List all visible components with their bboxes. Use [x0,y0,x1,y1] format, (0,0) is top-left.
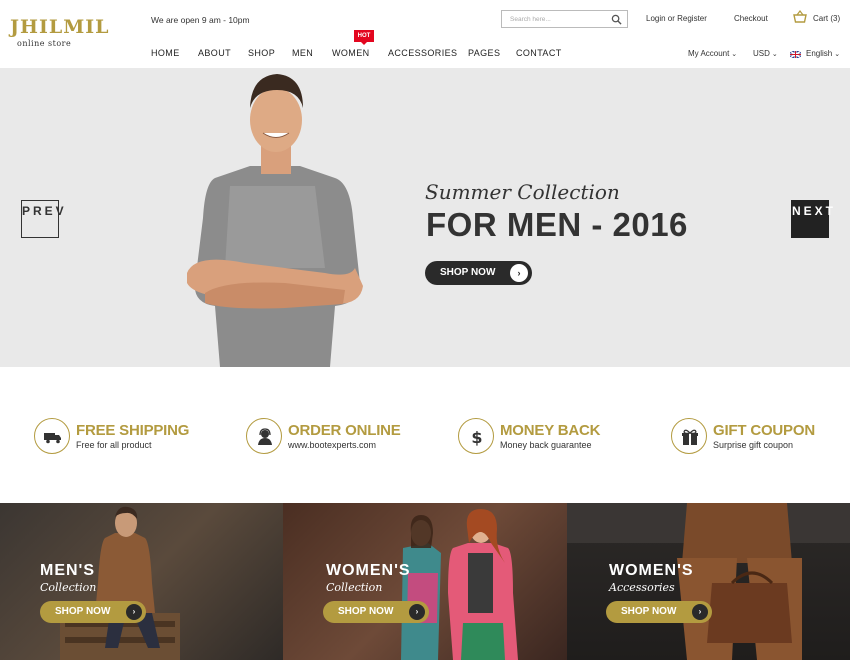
banner-title: WOMEN'S [326,562,411,579]
banner-title: MEN'S [40,562,96,579]
hero-subtitle: Summer Collection [425,180,620,204]
banner-subtitle: Accessories [609,581,675,594]
cart-icon[interactable] [793,10,807,24]
feature-title: ORDER ONLINE [288,422,401,439]
feature-title: FREE SHIPPING [76,422,190,439]
next-slide-button[interactable]: NEXT [791,200,833,238]
currency-dropdown[interactable]: USD ⌄ [753,49,778,58]
search-box [501,10,628,28]
logo-tagline: online store [17,39,72,48]
logo-text: JHILMIL [10,16,110,38]
banner-shop-now-button[interactable]: SHOP NOW › [606,601,712,623]
dollar-icon: $ [458,418,494,454]
banner-women-image [401,509,518,660]
arrow-right-icon: › [409,604,425,620]
search-input[interactable] [510,14,605,25]
nav-contact[interactable]: CONTACT [516,48,562,58]
next-label: NEXT [792,204,837,218]
feature-subtitle: www.bootexperts.com [288,440,377,450]
my-account-dropdown[interactable]: My Account ⌄ [688,49,737,58]
banner-subtitle: Collection [326,581,383,594]
banner-button-label: SHOP NOW [55,606,111,617]
truck-icon [34,418,70,454]
banner-shop-now-button[interactable]: SHOP NOW › [323,601,429,623]
nav-about[interactable]: ABOUT [198,48,231,58]
search-icon[interactable] [611,14,622,25]
feature-money-back: $ MONEY BACK Money back guarantee [458,418,648,454]
chevron-down-icon: ⌄ [769,51,778,58]
nav-women[interactable]: WOMEN [332,48,370,58]
feature-title: MONEY BACK [500,422,601,439]
hero-shop-now-button[interactable]: SHOP NOW › [425,261,532,285]
feature-subtitle: Free for all product [76,440,152,450]
hero-slider: PREV NEXT Summer Collection FOR MEN - 20… [0,68,850,367]
gift-icon [671,418,707,454]
feature-order-online: ORDER ONLINE www.bootexperts.com [246,418,436,454]
hero-model-image [187,74,363,367]
banner-shop-now-button[interactable]: SHOP NOW › [40,601,146,623]
arrow-right-icon: › [126,604,142,620]
prev-label: PREV [22,204,67,218]
nav-men[interactable]: MEN [292,48,313,58]
banner-mens-collection[interactable]: MEN'S Collection SHOP NOW › [0,503,283,660]
nav-home[interactable]: HOME [151,48,180,58]
banner-womens-collection[interactable]: WOMEN'S Collection SHOP NOW › [283,503,567,660]
feature-subtitle: Surprise gift coupon [713,440,794,450]
login-register-link[interactable]: Login or Register [646,14,707,23]
nav-pages[interactable]: PAGES [468,48,500,58]
language-dropdown[interactable]: English ⌄ [806,49,840,58]
nav-accessories[interactable]: ACCESSORIES [388,48,457,58]
feature-title: GIFT COUPON [713,422,815,439]
prev-slide-button[interactable]: PREV [21,200,64,238]
checkout-link[interactable]: Checkout [734,14,768,23]
nav-shop[interactable]: SHOP [248,48,275,58]
my-account-label: My Account [688,49,730,58]
logo[interactable]: JHILMIL online store [10,16,108,52]
currency-label: USD [753,49,770,58]
banner-title: WOMEN'S [609,562,694,579]
hot-badge: HOT [354,30,374,45]
chevron-down-icon: ⌄ [832,51,841,58]
feature-free-shipping: FREE SHIPPING Free for all product [34,418,224,454]
feature-subtitle: Money back guarantee [500,440,592,450]
arrow-right-icon: › [692,604,708,620]
hero-title: FOR MEN - 2016 [426,206,688,243]
banner-womens-accessories[interactable]: WOMEN'S Accessories SHOP NOW › [567,503,850,660]
banner-button-label: SHOP NOW [338,606,394,617]
uk-flag-icon [790,51,801,58]
feature-gift-coupon: GIFT COUPON Surprise gift coupon [671,418,850,454]
svg-text:$: $ [471,428,482,447]
hero-button-label: SHOP NOW [440,267,496,278]
arrow-right-icon: › [510,264,528,282]
language-label: English [806,49,833,58]
support-icon [246,418,282,454]
cart-link[interactable]: Cart (3) [813,14,840,23]
banner-button-label: SHOP NOW [621,606,677,617]
chevron-down-icon: ⌄ [729,51,738,58]
banner-subtitle: Collection [40,581,97,594]
open-hours-text: We are open 9 am - 10pm [151,15,250,25]
